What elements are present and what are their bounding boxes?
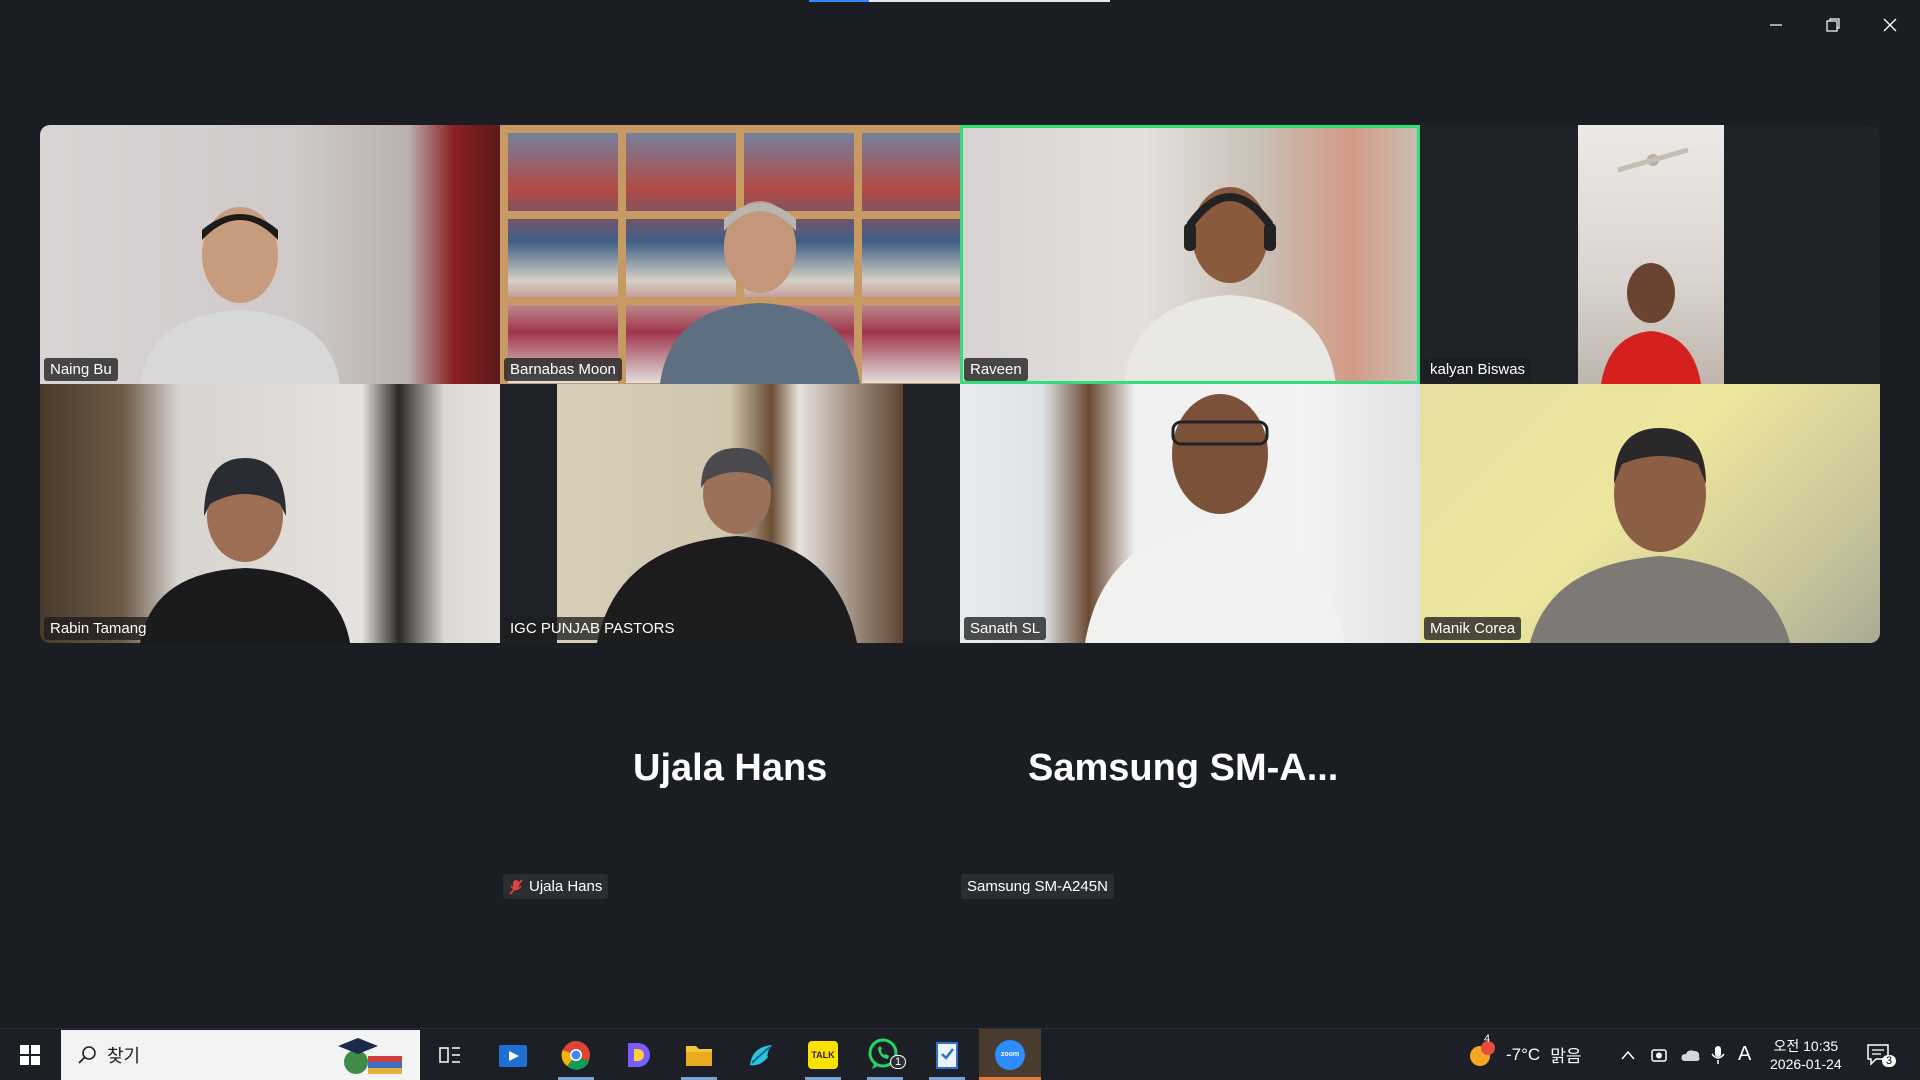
taskbar-app[interactable] (483, 1029, 543, 1080)
bird-app-icon (750, 1044, 772, 1065)
weather-badge: 4 (1484, 1033, 1491, 1045)
participant-silhouette (1124, 187, 1336, 384)
taskbar: 찾기 TALK 1 zoom 4 -7°C 맑음 A 오전 10:35 2026… (0, 1028, 1920, 1080)
onedrive-icon (1681, 1049, 1700, 1061)
video-tile[interactable]: kalyan Biswas (1420, 125, 1880, 384)
tray-icon[interactable] (1678, 1029, 1702, 1080)
close-button[interactable] (1870, 8, 1910, 42)
search-box[interactable]: 찾기 (61, 1030, 420, 1080)
notepad-app-icon (936, 1041, 958, 1069)
participant-name: Sanath SL (964, 617, 1047, 640)
tray-overflow-button[interactable] (1620, 1029, 1636, 1080)
weather-condition: 맑음 (1550, 1047, 1582, 1066)
video-gallery: Naing Bu Barnabas Moon Raveen kalyan Bis… (40, 125, 1880, 643)
input-method-indicator[interactable]: A (1738, 1029, 1751, 1080)
kakaotalk-icon: TALK (808, 1040, 838, 1069)
video-tile[interactable]: Naing Bu (40, 125, 500, 384)
audio-participant-display-name: Samsung SM-A... (1028, 747, 1339, 789)
notifications-button[interactable]: 3 (1866, 1029, 1897, 1080)
taskbar-app[interactable] (546, 1029, 606, 1080)
taskbar-app-active[interactable]: zoom (979, 1029, 1041, 1080)
tray-icon[interactable] (1650, 1029, 1668, 1080)
search-placeholder: 찾기 (107, 1046, 141, 1066)
participant-silhouette (1530, 428, 1790, 643)
chrome-icon (561, 1040, 590, 1070)
ceiling-fan-icon (1617, 147, 1689, 173)
participant-name: kalyan Biswas (1424, 358, 1532, 381)
taskbar-app[interactable] (917, 1029, 977, 1080)
video-tile[interactable]: Barnabas Moon (500, 125, 960, 384)
taskbar-app[interactable] (731, 1029, 791, 1080)
participant-name: Raveen (964, 358, 1028, 381)
restore-icon (1826, 18, 1840, 32)
restore-button[interactable] (1813, 8, 1853, 42)
participant-name: Manik Corea (1424, 617, 1522, 640)
video-tile[interactable]: Manik Corea (1420, 384, 1880, 643)
participant-name: Naing Bu (44, 358, 118, 381)
video-tile[interactable]: Rabin Tamang (40, 384, 500, 643)
search-icon (78, 1046, 96, 1064)
task-view-button[interactable] (420, 1029, 480, 1080)
participant-silhouette (140, 207, 340, 384)
tray-icon[interactable] (1711, 1029, 1725, 1080)
taskbar-app[interactable]: 1 (855, 1029, 915, 1080)
weather-sun-icon (1470, 1040, 1495, 1066)
media-player-icon (499, 1044, 527, 1067)
participant-name: Ujala Hans (529, 878, 603, 895)
audio-participant-display-name: Ujala Hans (633, 747, 828, 789)
participant-name: Rabin Tamang (44, 617, 153, 640)
participant-silhouette (597, 448, 857, 643)
file-explorer-icon (686, 1045, 712, 1066)
taskbar-app[interactable] (608, 1029, 668, 1080)
notification-count: 3 (1882, 1055, 1897, 1067)
windows-start-icon (20, 1044, 40, 1065)
d-app-icon (628, 1042, 650, 1067)
start-button[interactable] (0, 1029, 60, 1080)
video-tile[interactable]: IGC PUNJAB PASTORS (500, 384, 960, 643)
participant-name: Samsung SM-A245N (967, 878, 1108, 895)
minimize-icon (1770, 24, 1782, 26)
weather-temp: -7°C (1506, 1044, 1541, 1064)
audio-participant-tag[interactable]: Ujala Hans (503, 874, 609, 899)
zoom-icon: zoom (995, 1039, 1025, 1070)
minimize-button[interactable] (1756, 8, 1796, 42)
taskbar-app[interactable] (669, 1029, 729, 1080)
participant-silhouette (1601, 263, 1701, 384)
participant-name: IGC PUNJAB PASTORS (504, 617, 681, 640)
participant-silhouette (1085, 394, 1345, 643)
clock[interactable]: 오전 10:35 2026-01-24 (1770, 1029, 1842, 1080)
video-tile[interactable]: Sanath SL (960, 384, 1420, 643)
notification-badge: 1 (890, 1055, 907, 1069)
close-icon (1883, 18, 1897, 32)
video-tile-active[interactable]: Raveen (960, 125, 1420, 384)
mic-muted-icon (509, 878, 523, 895)
participant-name: Barnabas Moon (504, 358, 622, 381)
task-view-icon (439, 1046, 460, 1063)
graduation-books-icon (338, 1038, 402, 1074)
clock-date: 2026-01-24 (1770, 1055, 1842, 1072)
audio-participant-tag[interactable]: Samsung SM-A245N (961, 874, 1114, 899)
weather-widget[interactable]: 4 -7°C 맑음 (1466, 1029, 1581, 1080)
share-indicator-bar (809, 0, 1110, 2)
participant-silhouette (140, 458, 350, 643)
chevron-up-icon (1621, 1050, 1635, 1059)
window-titlebar (0, 0, 1920, 50)
participant-silhouette (660, 201, 860, 384)
camera-tray-icon (1651, 1048, 1667, 1062)
microphone-icon (1711, 1045, 1725, 1064)
taskbar-app[interactable]: TALK (793, 1029, 853, 1080)
clock-time: 오전 10:35 (1773, 1037, 1839, 1054)
